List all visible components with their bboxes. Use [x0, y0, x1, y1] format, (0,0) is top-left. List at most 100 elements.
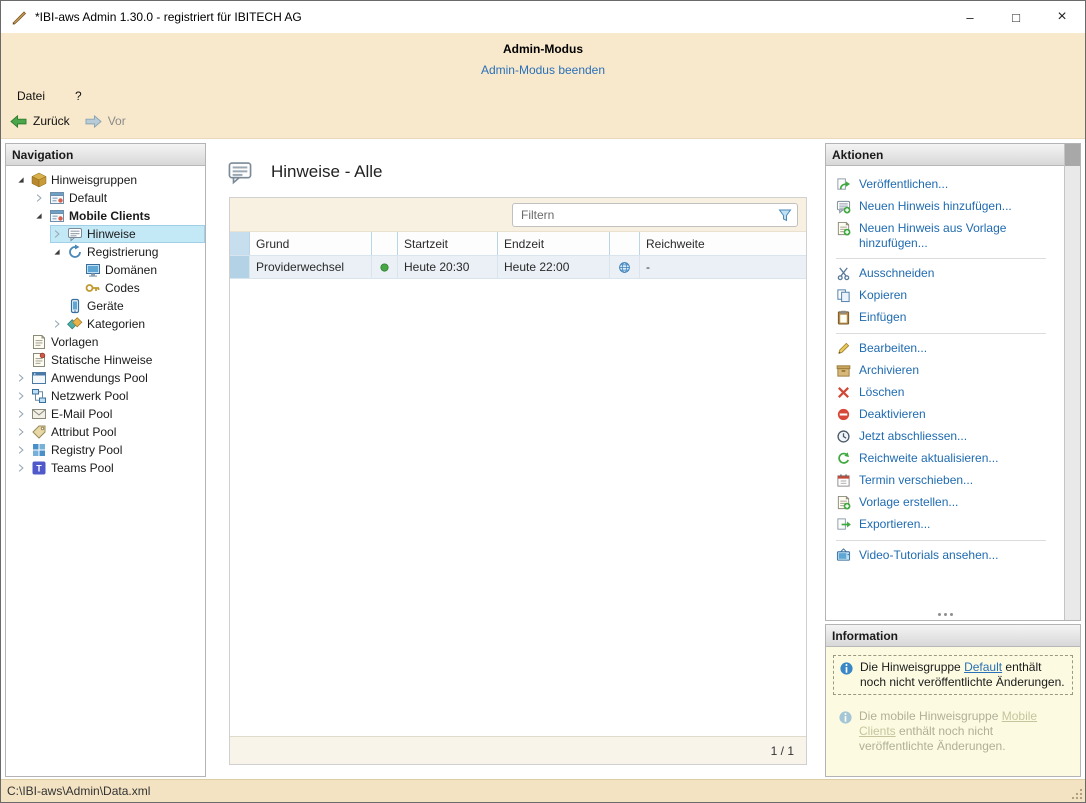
- calendar-icon: [836, 473, 852, 489]
- globe-icon: [610, 256, 640, 278]
- tree-item-registry-pool[interactable]: Registry Pool: [6, 441, 205, 459]
- menu-datei[interactable]: Datei: [9, 86, 53, 106]
- column-header-endzeit[interactable]: Endzeit: [498, 232, 610, 255]
- table-header-row: Grund Startzeit Endzeit Reichweite: [230, 232, 806, 256]
- tree-item-mobile-clients[interactable]: Mobile Clients: [6, 207, 205, 225]
- title-bar: *IBI-aws Admin 1.30.0 - registriert für …: [1, 1, 1085, 33]
- forward-button[interactable]: Vor: [84, 114, 126, 129]
- column-header-startzeit[interactable]: Startzeit: [398, 232, 498, 255]
- tree-item-hinweisgruppen[interactable]: Hinweisgruppen: [6, 171, 205, 189]
- action-label: Vorlage erstellen...: [859, 495, 958, 510]
- row-selector-header[interactable]: [230, 232, 250, 255]
- chevron-collapsed-icon[interactable]: [50, 227, 64, 241]
- edit-icon: [836, 341, 852, 357]
- action-termin-verschieben[interactable]: Termin verschieben...: [836, 470, 1060, 492]
- teams-icon: [31, 460, 47, 476]
- tree-item-teams-pool[interactable]: Teams Pool: [6, 459, 205, 477]
- close-button[interactable]: ×: [1039, 1, 1085, 33]
- chevron-expanded-icon[interactable]: [32, 209, 46, 223]
- tree-item-statische-hinweise[interactable]: Statische Hinweise: [6, 351, 205, 369]
- refresh-icon: [836, 451, 852, 467]
- status-active-icon: [372, 256, 398, 278]
- chevron-collapsed-icon[interactable]: [14, 407, 28, 421]
- paste-icon: [836, 310, 852, 326]
- info-icon: [839, 661, 854, 676]
- tree-item-domaenen[interactable]: Domänen: [6, 261, 205, 279]
- information-body: Die Hinweisgruppe Default enthält noch n…: [826, 647, 1080, 776]
- tree-item-geraete[interactable]: Geräte: [6, 297, 205, 315]
- column-header-grund[interactable]: Grund: [250, 232, 372, 255]
- action-veroeffentlichen[interactable]: Veröffentlichen...: [836, 174, 1060, 196]
- tree-item-label: Hinweisgruppen: [50, 172, 141, 188]
- row-selector-cell[interactable]: [230, 256, 250, 278]
- chevron-collapsed-icon[interactable]: [14, 389, 28, 403]
- chevron-expanded-icon[interactable]: [14, 173, 28, 187]
- column-header-status[interactable]: [372, 232, 398, 255]
- action-jetzt-abschliessen[interactable]: Jetzt abschliessen...: [836, 426, 1060, 448]
- hints-icon: [225, 159, 255, 185]
- hint-group-icon: [49, 208, 65, 224]
- copy-icon: [836, 288, 852, 304]
- tree-item-codes[interactable]: Codes: [6, 279, 205, 297]
- column-header-reichweite[interactable]: Reichweite: [640, 232, 806, 255]
- filter-input[interactable]: [512, 203, 798, 227]
- navigation-panel: Navigation Hinweisgruppen Default Mobile…: [5, 143, 206, 777]
- publish-icon: [836, 177, 852, 193]
- back-button[interactable]: Zurück: [9, 114, 70, 129]
- tree-item-vorlagen[interactable]: Vorlagen: [6, 333, 205, 351]
- action-neuen-hinweis-aus-vorlage[interactable]: Neuen Hinweis aus Vorlage hinzufügen...: [836, 218, 1060, 254]
- info-note-default: Die Hinweisgruppe Default enthält noch n…: [833, 655, 1073, 695]
- action-exportieren[interactable]: Exportieren...: [836, 514, 1060, 536]
- maximize-button[interactable]: □: [993, 1, 1039, 33]
- hints-table: Grund Startzeit Endzeit Reichweite Provi…: [230, 232, 806, 279]
- action-bearbeiten[interactable]: Bearbeiten...: [836, 338, 1060, 360]
- chevron-collapsed-icon[interactable]: [14, 461, 28, 475]
- content-title-row: Hinweise - Alle: [219, 143, 809, 197]
- chevron-collapsed-icon[interactable]: [50, 317, 64, 331]
- action-vorlage-erstellen[interactable]: Vorlage erstellen...: [836, 492, 1060, 514]
- tree-item-kategorien[interactable]: Kategorien: [6, 315, 205, 333]
- action-einfuegen[interactable]: Einfügen: [836, 307, 1060, 329]
- computer-icon: [85, 262, 101, 278]
- action-kopieren[interactable]: Kopieren: [836, 285, 1060, 307]
- tree-item-hinweise[interactable]: Hinweise: [6, 225, 205, 243]
- action-video-tutorials[interactable]: Video-Tutorials ansehen...: [836, 545, 1060, 567]
- admin-mode-exit-link[interactable]: Admin-Modus beenden: [481, 63, 605, 77]
- tree-item-registrierung[interactable]: Registrierung: [6, 243, 205, 261]
- add-from-template-icon: [836, 221, 852, 237]
- action-reichweite-aktualisieren[interactable]: Reichweite aktualisieren...: [836, 448, 1060, 470]
- chevron-collapsed-icon[interactable]: [14, 371, 28, 385]
- forward-arrow-icon: [84, 114, 103, 129]
- tree-item-default[interactable]: Default: [6, 189, 205, 207]
- action-deaktivieren[interactable]: Deaktivieren: [836, 404, 1060, 426]
- menu-help[interactable]: ?: [67, 86, 90, 106]
- app-logo-icon: [11, 9, 27, 25]
- info-note-link-default[interactable]: Default: [964, 660, 1002, 674]
- column-header-scope-icon[interactable]: [610, 232, 640, 255]
- tree-item-email-pool[interactable]: E-Mail Pool: [6, 405, 205, 423]
- action-ausschneiden[interactable]: Ausschneiden: [836, 263, 1060, 285]
- hints-list-container: Grund Startzeit Endzeit Reichweite Provi…: [229, 197, 807, 765]
- action-neuen-hinweis-hinzufuegen[interactable]: Neuen Hinweis hinzufügen...: [836, 196, 1060, 218]
- chevron-collapsed-icon[interactable]: [14, 443, 28, 457]
- chevron-collapsed-icon[interactable]: [14, 425, 28, 439]
- chevron-collapsed-icon[interactable]: [32, 191, 46, 205]
- table-row[interactable]: Providerwechsel Heute 20:30 Heute 22:00 …: [230, 256, 806, 279]
- minimize-button[interactable]: –: [947, 1, 993, 33]
- resize-grip[interactable]: [1070, 787, 1083, 800]
- action-label: Deaktivieren: [859, 407, 926, 422]
- tree-item-netzwerk-pool[interactable]: Netzwerk Pool: [6, 387, 205, 405]
- box-icon: [31, 172, 47, 188]
- tree-item-attribut-pool[interactable]: Attribut Pool: [6, 423, 205, 441]
- panel-splitter[interactable]: [826, 610, 1064, 619]
- action-archivieren[interactable]: Archivieren: [836, 360, 1060, 382]
- action-loeschen[interactable]: Löschen: [836, 382, 1060, 404]
- actions-scrollbar[interactable]: [1064, 144, 1080, 620]
- filter-funnel-icon[interactable]: [777, 207, 793, 223]
- tree-item-anwendungs-pool[interactable]: Anwendungs Pool: [6, 369, 205, 387]
- scrollbar-thumb[interactable]: [1065, 144, 1080, 166]
- admin-mode-title: Admin-Modus: [1, 42, 1085, 56]
- deactivate-icon: [836, 407, 852, 423]
- separator: [836, 540, 1046, 541]
- chevron-expanded-icon[interactable]: [50, 245, 64, 259]
